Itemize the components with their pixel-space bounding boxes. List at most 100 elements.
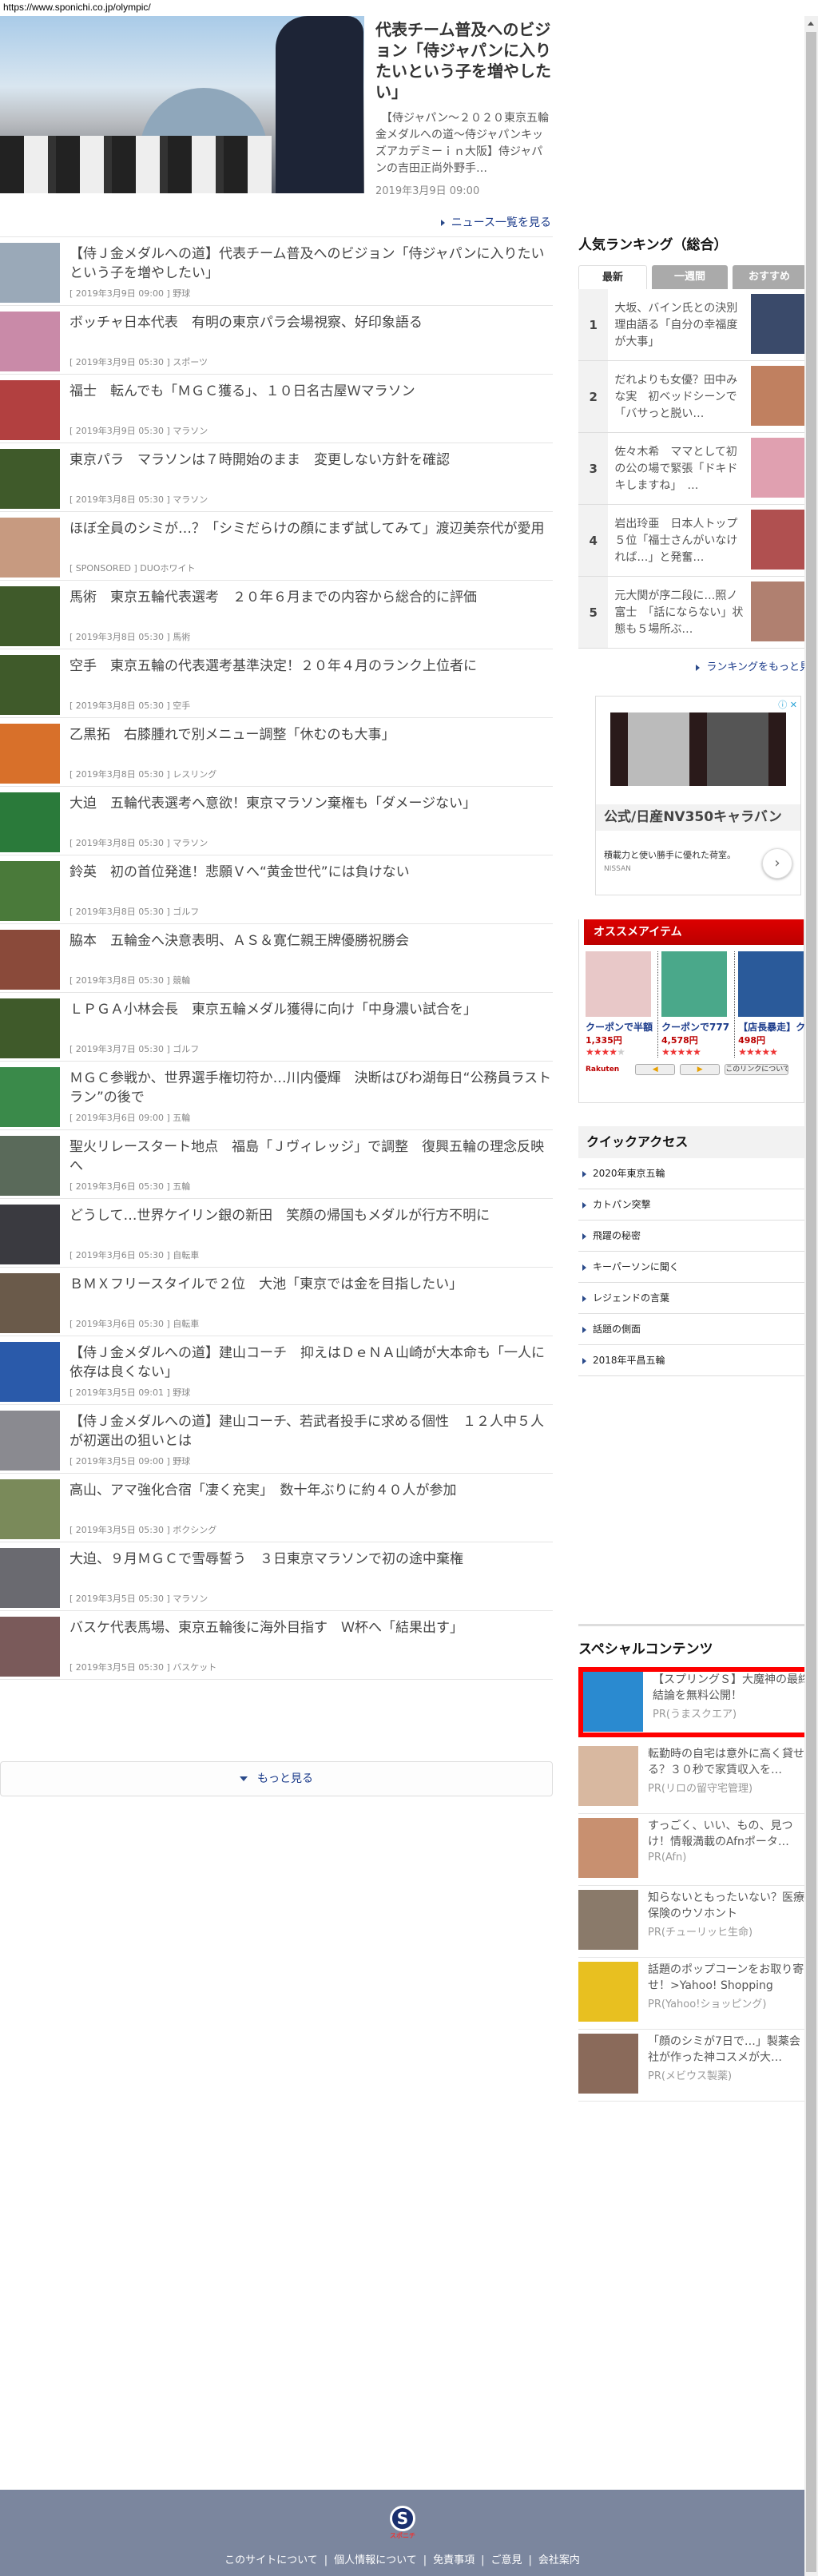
- special-title[interactable]: 【スプリングＳ】大魔神の最終結論を無料公開！: [653, 1672, 804, 1704]
- product-image[interactable]: [738, 951, 804, 1017]
- news-item[interactable]: 脇本 五輪金へ決意表明、ＡＳ＆寛仁親王牌優勝祝勝会 [ 2019年3月8日 05:…: [0, 924, 553, 993]
- special-thumbnail[interactable]: [578, 1890, 638, 1950]
- news-title[interactable]: 大迫 五輪代表選考へ意欲！東京マラソン棄権も「ダメージない」: [69, 794, 476, 813]
- news-title[interactable]: 【侍Ｊ金メダルへの道】代表チーム普及へのビジョン「侍ジャパンに入りたいという子を…: [69, 244, 553, 283]
- news-thumbnail[interactable]: [0, 655, 60, 715]
- footer-link[interactable]: 免責事項: [433, 2554, 475, 2566]
- news-thumbnail[interactable]: [0, 518, 60, 578]
- special-title[interactable]: 知らないともったいない？医療保険のウソホント: [648, 1890, 804, 1922]
- hero-image[interactable]: [0, 16, 364, 193]
- news-item[interactable]: ＭＧＣ参戦か、世界選手権切符か…川内優輝 決断はびわ湖毎日“公務員ラストラン”の…: [0, 1062, 553, 1130]
- ranking-thumbnail[interactable]: [750, 581, 804, 641]
- sponichi-logo[interactable]: S スポニチ: [387, 2501, 419, 2541]
- news-list-link[interactable]: ニュース一覧を見る: [440, 214, 551, 230]
- news-thumbnail[interactable]: [0, 1067, 60, 1127]
- news-item[interactable]: 乙黒拓 右膝腫れで別メニュー調整「休むのも大事」 [ 2019年3月8日 05:3…: [0, 718, 553, 787]
- quick-access-item[interactable]: カトパン突撃: [578, 1189, 804, 1221]
- news-thumbnail[interactable]: [0, 312, 60, 371]
- news-thumbnail[interactable]: [0, 586, 60, 646]
- news-item[interactable]: 大迫 五輪代表選考へ意欲！東京マラソン棄権も「ダメージない」 [ 2019年3月8…: [0, 787, 553, 855]
- news-thumbnail[interactable]: [0, 449, 60, 509]
- news-title[interactable]: 福士 転んでも「ＭＧＣ獲る」、１０日名古屋Ｗマラソン: [69, 382, 415, 401]
- special-item[interactable]: 知らないともったいない？医療保険のウソホント PR(チューリッヒ生命): [578, 1886, 804, 1958]
- product-image[interactable]: [586, 951, 651, 1017]
- special-title[interactable]: 転勤時の自宅は意外に高く貸せる？３０秒で家賃収入を…: [648, 1746, 804, 1778]
- ranking-thumbnail[interactable]: [750, 366, 804, 426]
- ad-banner[interactable]: ⓘ ✕ 公式/日産NV350キャラバン 積載力と使い勝手に優れた荷室。 NISS…: [595, 696, 801, 895]
- news-item[interactable]: ほぼ全員のシミが…？「シミだらけの顔にまず試してみて」渡辺美奈代が愛用 [ SPO…: [0, 512, 553, 581]
- news-thumbnail[interactable]: [0, 1411, 60, 1471]
- news-item[interactable]: 空手 東京五輪の代表選考基準決定！２０年４月のランク上位者に [ 2019年3月8…: [0, 649, 553, 718]
- special-item[interactable]: すっごく、いい、もの、見つけ！情報満載のAfnポータ… PR(Afn): [578, 1814, 804, 1886]
- footer-link[interactable]: このサイトについて: [224, 2554, 318, 2566]
- news-title[interactable]: 【侍Ｊ金メダルへの道】建山コーチ、若武者投手に求める個性 １２人中５人が初選出の…: [69, 1412, 553, 1451]
- news-thumbnail[interactable]: [0, 998, 60, 1058]
- ranking-title[interactable]: 大坂、バイン氏との決別理由語る「自分の幸福度が大事」: [608, 289, 746, 360]
- tab-week[interactable]: 一週間: [652, 265, 728, 289]
- news-title[interactable]: 高山、アマ強化合宿「凄く充実」 数十年ぶりに約４０人が参加: [69, 1481, 457, 1500]
- ranking-more-link[interactable]: ランキングをもっと見る: [696, 658, 804, 673]
- ranking-title[interactable]: 佐々木希 ママとして初の公の場で緊張「ドキドキしますね」 …: [608, 433, 746, 504]
- news-title[interactable]: 鈴英 初の首位発進！悲願Ｖへ“黄金世代”には負けない: [69, 863, 410, 882]
- news-title[interactable]: 聖火リレースタート地点 福島「Ｊヴィレッジ」で調整 復興五輪の理念反映へ: [69, 1137, 553, 1176]
- special-item[interactable]: 話題のポップコーンをお取り寄せ！>Yahoo! Shopping PR(Yahoo…: [578, 1958, 804, 2030]
- news-item[interactable]: 馬術 東京五輪代表選考 ２０年６月までの内容から総合的に評価 [ 2019年3月8…: [0, 581, 553, 649]
- news-item[interactable]: ＢＭＸフリースタイルで２位 大池「東京では金を目指したい」 [ 2019年3月6日…: [0, 1268, 553, 1336]
- news-item[interactable]: 大迫、９月ＭＧＣで雪辱誓う ３日東京マラソンで初の途中棄権 [ 2019年3月5日…: [0, 1542, 553, 1611]
- ranking-thumbnail[interactable]: [750, 438, 804, 498]
- news-thumbnail[interactable]: [0, 1548, 60, 1608]
- footer-link[interactable]: 個人情報について: [334, 2554, 417, 2566]
- product-name[interactable]: クーポンで半額: [586, 1020, 653, 1034]
- news-thumbnail[interactable]: [0, 1136, 60, 1196]
- quick-access-item[interactable]: 2020年東京五輪: [578, 1158, 804, 1189]
- news-item[interactable]: 【侍Ｊ金メダルへの道】代表チーム普及へのビジョン「侍ジャパンに入りたいという子を…: [0, 237, 553, 306]
- chevron-right-icon[interactable]: ›: [762, 848, 792, 879]
- about-link[interactable]: このリンクについて: [725, 1064, 789, 1075]
- scrollbar[interactable]: [804, 16, 818, 2576]
- ranking-title[interactable]: 元大関が序二段に…照ノ富士 「話にならない」状態も５場所ぶ…: [608, 577, 746, 648]
- quick-access-item[interactable]: 2018年平昌五輪: [578, 1345, 804, 1376]
- prev-button[interactable]: ◀: [635, 1064, 676, 1075]
- news-title[interactable]: ボッチャ日本代表 有明の東京パラ会場視察、好印象語る: [69, 313, 423, 332]
- ad-info-close-icon[interactable]: ⓘ ✕: [778, 698, 797, 711]
- ranking-thumbnail[interactable]: [750, 510, 804, 570]
- product-name[interactable]: クーポンで777: [661, 1020, 729, 1034]
- news-title[interactable]: 空手 東京五輪の代表選考基準決定！２０年４月のランク上位者に: [69, 657, 477, 676]
- ranking-item[interactable]: 4 岩出玲亜 日本人トップ５位「福士さんがいなければ…」と発奮…: [578, 505, 804, 577]
- news-thumbnail[interactable]: [0, 792, 60, 852]
- news-title[interactable]: 【侍Ｊ金メダルへの道】建山コーチ 抑えはＤｅＮＡ山崎が大本命も「一人に依存は良く…: [69, 1344, 553, 1382]
- special-thumbnail[interactable]: [583, 1672, 643, 1732]
- ranking-item[interactable]: 5 元大関が序二段に…照ノ富士 「話にならない」状態も５場所ぶ…: [578, 577, 804, 649]
- news-thumbnail[interactable]: [0, 1273, 60, 1333]
- tab-recommended[interactable]: おすすめ: [733, 265, 804, 289]
- news-title[interactable]: どうして…世界ケイリン銀の新田 笑顔の帰国もメダルが行方不明に: [69, 1206, 490, 1225]
- news-title[interactable]: 大迫、９月ＭＧＣで雪辱誓う ３日東京マラソンで初の途中棄権: [69, 1550, 463, 1569]
- ranking-title[interactable]: 岩出玲亜 日本人トップ５位「福士さんがいなければ…」と発奮…: [608, 505, 746, 576]
- news-item[interactable]: 鈴英 初の首位発進！悲願Ｖへ“黄金世代”には負けない [ 2019年3月8日 05…: [0, 855, 553, 924]
- ranking-item[interactable]: 1 大坂、バイン氏との決別理由語る「自分の幸福度が大事」: [578, 289, 804, 361]
- news-item[interactable]: 東京パラ マラソンは７時開始のまま 変更しない方針を確認 [ 2019年3月8日 …: [0, 443, 553, 512]
- ranking-item[interactable]: 2 だれよりも女優？田中みな実 初ベッドシーンで「バサっと脱い…: [578, 361, 804, 433]
- special-title[interactable]: すっごく、いい、もの、見つけ！情報満載のAfnポータ…: [648, 1818, 804, 1850]
- news-thumbnail[interactable]: [0, 243, 60, 303]
- hero-title[interactable]: 代表チーム普及へのビジョン「侍ジャパンに入りたいという子を増やしたい」: [375, 19, 553, 102]
- product-name[interactable]: 【店長暴走】クー: [738, 1020, 804, 1034]
- news-title[interactable]: 乙黒拓 右膝腫れで別メニュー調整「休むのも大事」: [69, 725, 395, 744]
- news-item[interactable]: ボッチャ日本代表 有明の東京パラ会場視察、好印象語る [ 2019年3月9日 05…: [0, 306, 553, 375]
- news-thumbnail[interactable]: [0, 1479, 60, 1539]
- ranking-title[interactable]: だれよりも女優？田中みな実 初ベッドシーンで「バサっと脱い…: [608, 361, 746, 432]
- special-item[interactable]: 転勤時の自宅は意外に高く貸せる？３０秒で家賃収入を… PR(リロの留守宅管理): [578, 1742, 804, 1814]
- news-item[interactable]: どうして…世界ケイリン銀の新田 笑顔の帰国もメダルが行方不明に [ 2019年3月…: [0, 1199, 553, 1268]
- news-item[interactable]: 【侍Ｊ金メダルへの道】建山コーチ、若武者投手に求める個性 １２人中５人が初選出の…: [0, 1405, 553, 1474]
- special-thumbnail[interactable]: [578, 1746, 638, 1806]
- news-title[interactable]: ほぼ全員のシミが…？「シミだらけの顔にまず試してみて」渡辺美奈代が愛用: [69, 519, 545, 538]
- ranking-item[interactable]: 3 佐々木希 ママとして初の公の場で緊張「ドキドキしますね」 …: [578, 433, 804, 505]
- quick-access-item[interactable]: レジェンドの言葉: [578, 1283, 804, 1314]
- quick-access-item[interactable]: 飛躍の秘密: [578, 1221, 804, 1252]
- news-title[interactable]: 馬術 東京五輪代表選考 ２０年６月までの内容から総合的に評価: [69, 588, 477, 607]
- special-title[interactable]: 「顔のシミが7日で…」製薬会社が作った神コスメが大…: [648, 2034, 804, 2066]
- news-item[interactable]: 福士 転んでも「ＭＧＣ獲る」、１０日名古屋Ｗマラソン [ 2019年3月9日 05…: [0, 375, 553, 443]
- news-title[interactable]: ＬＰＧＡ小林会長 東京五輪メダル獲得に向け「中身濃い試合を」: [69, 1000, 477, 1019]
- news-thumbnail[interactable]: [0, 724, 60, 784]
- news-title[interactable]: 脇本 五輪金へ決意表明、ＡＳ＆寛仁親王牌優勝祝勝会: [69, 931, 409, 951]
